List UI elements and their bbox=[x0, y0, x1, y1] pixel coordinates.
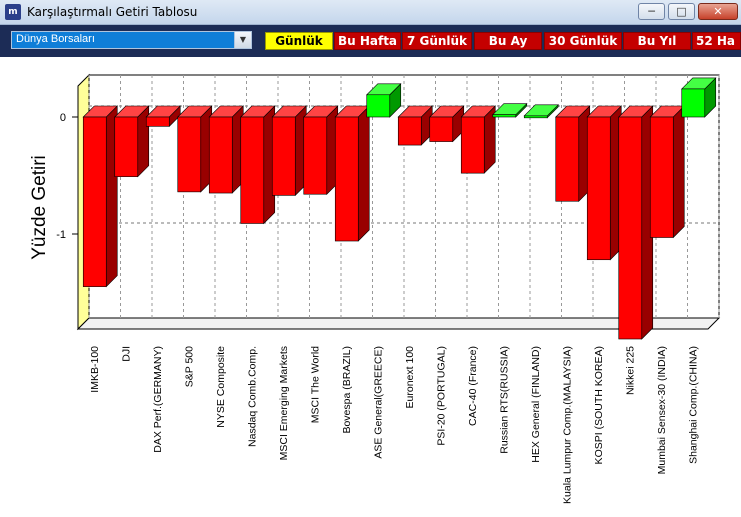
toolbar: Dünya Borsaları ▼ Günlük Bu Hafta 7 Günl… bbox=[0, 25, 741, 57]
tab-7-days[interactable]: 7 Günlük bbox=[402, 32, 472, 50]
bar-front bbox=[586, 116, 611, 261]
bar-front bbox=[492, 114, 517, 118]
bar-front bbox=[460, 116, 485, 174]
app-logo-icon: m bbox=[5, 4, 21, 20]
bar-side bbox=[357, 105, 370, 242]
x-tick-label: Russian RTS(RUSSIA) bbox=[498, 346, 510, 454]
bar bbox=[649, 105, 685, 239]
bar-front bbox=[523, 115, 548, 119]
x-tick-label: IMKB-100 bbox=[89, 346, 101, 393]
bar-front bbox=[334, 116, 359, 242]
bar bbox=[82, 105, 118, 288]
bar-front bbox=[649, 116, 674, 238]
bar bbox=[303, 105, 339, 195]
tab-this-year[interactable]: Bu Yıl bbox=[623, 32, 691, 50]
market-select-value: Dünya Borsaları bbox=[16, 33, 95, 45]
bar-front bbox=[555, 116, 580, 202]
bar-front bbox=[366, 94, 391, 118]
bar bbox=[586, 105, 622, 261]
bar bbox=[618, 105, 654, 340]
bar-side bbox=[672, 105, 685, 239]
bar-front bbox=[208, 116, 233, 194]
bar bbox=[397, 105, 433, 146]
x-tick-label: PSI-20 (PORTUGAL) bbox=[435, 346, 447, 446]
tab-this-month[interactable]: Bu Ay bbox=[474, 32, 542, 50]
bar bbox=[334, 105, 370, 242]
bar-front bbox=[397, 116, 422, 146]
bar-front bbox=[82, 116, 107, 287]
bar-front bbox=[240, 116, 265, 224]
tab-30-days[interactable]: 30 Günlük bbox=[544, 32, 622, 50]
y-axis-label: Yüzde Getiri bbox=[29, 155, 50, 260]
x-tick-label: Nikkei 225 bbox=[624, 346, 636, 395]
maximize-button[interactable]: □ bbox=[668, 3, 695, 20]
bar-front bbox=[145, 116, 170, 127]
bar bbox=[240, 105, 276, 225]
bar bbox=[460, 105, 496, 174]
y-tick-label: 0 bbox=[60, 112, 66, 124]
close-icon: ✕ bbox=[713, 5, 723, 18]
x-tick-label: S&P 500 bbox=[183, 346, 195, 387]
bar-front bbox=[114, 116, 139, 177]
tab-52-weeks[interactable]: 52 Ha bbox=[692, 32, 741, 50]
x-tick-label: Euronext 100 bbox=[404, 346, 416, 409]
chart-area: 0 -1 Yüzde Getiri IMKB-100 DJI DAX Perf.(GERM… bbox=[0, 57, 741, 517]
x-tick-label: NYSE Composite bbox=[215, 346, 227, 428]
market-select[interactable]: Dünya Borsaları ▼ bbox=[11, 31, 252, 49]
chevron-down-icon[interactable]: ▼ bbox=[234, 32, 251, 48]
bar-front bbox=[429, 116, 454, 142]
x-tick-label: Bovespa (BRAZIL) bbox=[341, 346, 353, 434]
x-tick-label: Mumbai Sensex-30 (INDIA) bbox=[656, 346, 668, 474]
bar bbox=[555, 105, 591, 202]
x-tick-label: KOSPI (SOUTH KOREA) bbox=[593, 346, 605, 464]
x-tick-label: DJI bbox=[120, 346, 132, 362]
x-tick-label: MSCI The World bbox=[309, 346, 321, 423]
tab-this-week[interactable]: Bu Hafta bbox=[334, 32, 401, 50]
bar-front bbox=[303, 116, 328, 195]
x-tick-label: Nasdaq Comb.Comp. bbox=[246, 346, 258, 447]
bar bbox=[681, 77, 717, 118]
close-button[interactable]: ✕ bbox=[698, 3, 738, 20]
minimize-icon: ─ bbox=[648, 5, 655, 18]
bar bbox=[271, 105, 307, 197]
minimize-button[interactable]: ─ bbox=[638, 3, 665, 20]
bar-front bbox=[618, 116, 643, 340]
bar-front bbox=[177, 116, 202, 193]
bar bbox=[177, 105, 213, 193]
x-tick-label: MSCI Emerging Markets bbox=[278, 346, 290, 460]
maximize-icon: □ bbox=[676, 5, 687, 18]
x-tick-label: CAC-40 (France) bbox=[467, 346, 479, 426]
title-bar: m Karşılaştırmalı Getiri Tablosu ─ □ ✕ bbox=[0, 0, 741, 25]
y-tick-label: -1 bbox=[56, 229, 66, 241]
x-tick-label: Shanghai Comp.(CHINA) bbox=[687, 346, 699, 464]
bar bbox=[208, 105, 244, 194]
bar-front bbox=[681, 88, 706, 118]
returns-chart: 0 -1 Yüzde Getiri IMKB-100 DJI DAX Perf.(GERM… bbox=[29, 73, 721, 504]
bar-front bbox=[271, 116, 296, 196]
x-tick-label: DAX Perf.(GERMANY) bbox=[152, 346, 164, 453]
window-title: Karşılaştırmalı Getiri Tablosu bbox=[27, 5, 198, 19]
x-tick-label: HEX General (FINLAND) bbox=[530, 346, 542, 463]
x-tick-label: ASE General(GREECE) bbox=[372, 346, 384, 459]
x-tick-label: Kuala Lumpur Comp.(MALAYSIA) bbox=[561, 346, 573, 504]
tab-daily[interactable]: Günlük bbox=[265, 32, 333, 50]
bar bbox=[114, 105, 150, 178]
